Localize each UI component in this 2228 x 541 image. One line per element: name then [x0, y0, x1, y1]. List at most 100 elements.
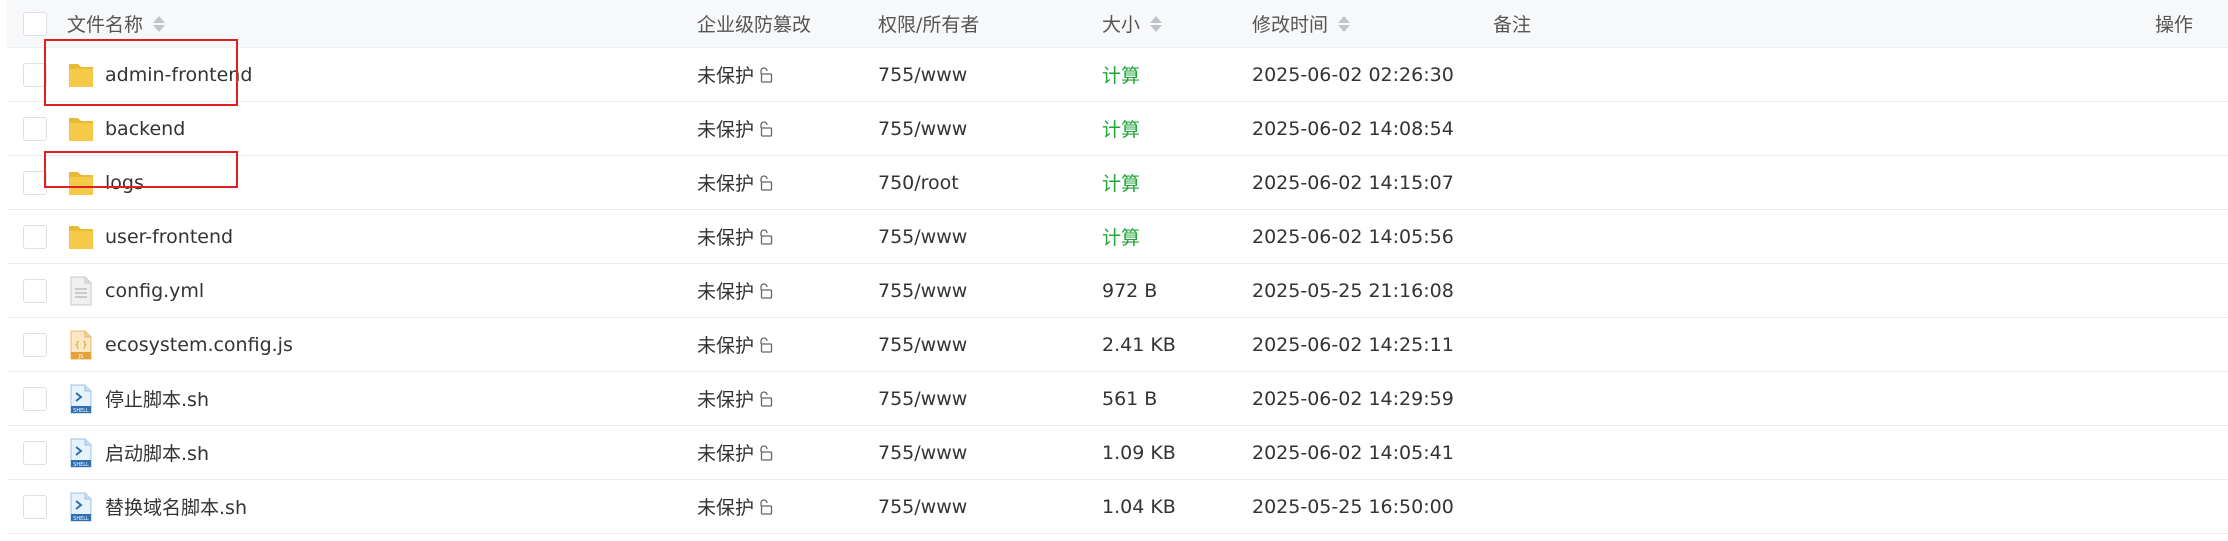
table-row[interactable]: config.yml 未保护 755/www 972 B 2025-05-25 … — [7, 264, 2228, 318]
protect-status[interactable]: 未保护 — [697, 61, 754, 88]
row-checkbox[interactable] — [23, 170, 47, 195]
sort-icon[interactable] — [1150, 15, 1163, 32]
file-name[interactable]: 替换域名脚本.sh — [105, 493, 247, 520]
protect-cell[interactable]: 未保护 — [697, 102, 774, 155]
sort-icon[interactable] — [153, 15, 166, 32]
table-row[interactable]: SHELL 启动脚本.sh 未保护 755/www 1.09 KB 2025-0… — [7, 426, 2228, 480]
perm-cell[interactable]: 755/www — [878, 318, 967, 371]
file-name[interactable]: 启动脚本.sh — [105, 439, 209, 466]
protect-status[interactable]: 未保护 — [697, 439, 754, 466]
table-row[interactable]: SHELL 替换域名脚本.sh 未保护 755/www 1.04 KB 2025… — [7, 480, 2228, 534]
table-row[interactable]: user-frontend 未保护 755/www 计算 2025-06-02 … — [7, 210, 2228, 264]
row-check-cell — [23, 264, 53, 317]
perm-cell[interactable]: 755/www — [878, 426, 967, 479]
protect-cell[interactable]: 未保护 — [697, 426, 774, 479]
calc-size-link[interactable]: 计算 — [1102, 115, 1140, 142]
calc-size-link[interactable]: 计算 — [1102, 169, 1140, 196]
perm-cell[interactable]: 755/www — [878, 264, 967, 317]
protect-cell[interactable]: 未保护 — [697, 372, 774, 425]
file-name[interactable]: ecosystem.config.js — [105, 334, 293, 356]
file-name[interactable]: logs — [105, 172, 144, 194]
unlock-icon[interactable] — [756, 228, 774, 246]
select-all-checkbox[interactable] — [23, 11, 47, 36]
row-checkbox[interactable] — [23, 494, 47, 519]
file-name[interactable]: admin-frontend — [105, 64, 252, 86]
calc-size-link[interactable]: 计算 — [1102, 61, 1140, 88]
file-name-cell[interactable]: admin-frontend — [67, 48, 252, 101]
protect-cell[interactable]: 未保护 — [697, 48, 774, 101]
unlock-icon[interactable] — [756, 66, 774, 84]
file-name-cell[interactable]: logs — [67, 156, 144, 209]
file-name[interactable]: config.yml — [105, 280, 204, 302]
perm-value[interactable]: 755/www — [878, 118, 967, 140]
calc-size-link[interactable]: 计算 — [1102, 223, 1140, 250]
protect-status[interactable]: 未保护 — [697, 277, 754, 304]
svg-text:SHELL: SHELL — [73, 462, 89, 468]
perm-value[interactable]: 755/www — [878, 388, 967, 410]
file-name-cell[interactable]: backend — [67, 102, 185, 155]
row-checkbox[interactable] — [23, 116, 47, 141]
perm-cell[interactable]: 755/www — [878, 480, 967, 533]
perm-value[interactable]: 755/www — [878, 334, 967, 356]
table-row[interactable]: backend 未保护 755/www 计算 2025-06-02 14:08:… — [7, 102, 2228, 156]
row-checkbox[interactable] — [23, 62, 47, 87]
unlock-icon[interactable] — [756, 120, 774, 138]
table-row[interactable]: logs 未保护 750/root 计算 2025-06-02 14:15:07 — [7, 156, 2228, 210]
unlock-icon[interactable] — [756, 336, 774, 354]
svg-text:{ }: { } — [75, 340, 88, 349]
protect-status[interactable]: 未保护 — [697, 169, 754, 196]
table-row[interactable]: { } JS ecosystem.config.js 未保护 755/www 2.… — [7, 318, 2228, 372]
protect-cell[interactable]: 未保护 — [697, 318, 774, 371]
perm-cell[interactable]: 750/root — [878, 156, 959, 209]
row-checkbox[interactable] — [23, 224, 47, 249]
file-name-cell[interactable]: SHELL 启动脚本.sh — [67, 426, 209, 479]
js-file-icon: { } JS — [67, 329, 95, 361]
unlock-icon[interactable] — [756, 498, 774, 516]
perm-value[interactable]: 750/root — [878, 172, 959, 194]
header-size[interactable]: 大小 — [1102, 0, 1163, 47]
protect-status[interactable]: 未保护 — [697, 385, 754, 412]
perm-value[interactable]: 755/www — [878, 442, 967, 464]
header-mtime[interactable]: 修改时间 — [1252, 0, 1351, 47]
file-name-cell[interactable]: SHELL 停止脚本.sh — [67, 372, 209, 425]
perm-cell[interactable]: 755/www — [878, 372, 967, 425]
svg-text:SHELL: SHELL — [73, 408, 89, 414]
table-row[interactable]: SHELL 停止脚本.sh 未保护 755/www 561 B 2025-06-… — [7, 372, 2228, 426]
perm-value[interactable]: 755/www — [878, 496, 967, 518]
table-row[interactable]: admin-frontend 未保护 755/www 计算 2025-06-02… — [7, 48, 2228, 102]
size-cell: 2.41 KB — [1102, 318, 1176, 371]
unlock-icon[interactable] — [756, 282, 774, 300]
row-checkbox[interactable] — [23, 278, 47, 303]
perm-value[interactable]: 755/www — [878, 64, 967, 86]
file-name-cell[interactable]: { } JS ecosystem.config.js — [67, 318, 293, 371]
file-name-cell[interactable]: user-frontend — [67, 210, 233, 263]
protect-cell[interactable]: 未保护 — [697, 210, 774, 263]
header-name[interactable]: 文件名称 — [67, 0, 166, 47]
unlock-icon[interactable] — [756, 174, 774, 192]
mtime-cell: 2025-06-02 14:05:41 — [1252, 426, 1454, 479]
row-checkbox[interactable] — [23, 332, 47, 357]
file-name[interactable]: 停止脚本.sh — [105, 385, 209, 412]
row-checkbox[interactable] — [23, 440, 47, 465]
protect-status[interactable]: 未保护 — [697, 331, 754, 358]
protect-status[interactable]: 未保护 — [697, 223, 754, 250]
row-checkbox[interactable] — [23, 386, 47, 411]
file-name-cell[interactable]: SHELL 替换域名脚本.sh — [67, 480, 247, 533]
protect-status[interactable]: 未保护 — [697, 115, 754, 142]
header-size-label: 大小 — [1102, 14, 1141, 36]
perm-cell[interactable]: 755/www — [878, 102, 967, 155]
unlock-icon[interactable] — [756, 444, 774, 462]
file-name-cell[interactable]: config.yml — [67, 264, 204, 317]
protect-status[interactable]: 未保护 — [697, 493, 754, 520]
perm-value[interactable]: 755/www — [878, 226, 967, 248]
protect-cell[interactable]: 未保护 — [697, 264, 774, 317]
perm-cell[interactable]: 755/www — [878, 210, 967, 263]
file-name[interactable]: user-frontend — [105, 226, 233, 248]
file-name[interactable]: backend — [105, 118, 185, 140]
sort-icon[interactable] — [1338, 15, 1351, 32]
perm-cell[interactable]: 755/www — [878, 48, 967, 101]
protect-cell[interactable]: 未保护 — [697, 480, 774, 533]
perm-value[interactable]: 755/www — [878, 280, 967, 302]
protect-cell[interactable]: 未保护 — [697, 156, 774, 209]
unlock-icon[interactable] — [756, 390, 774, 408]
